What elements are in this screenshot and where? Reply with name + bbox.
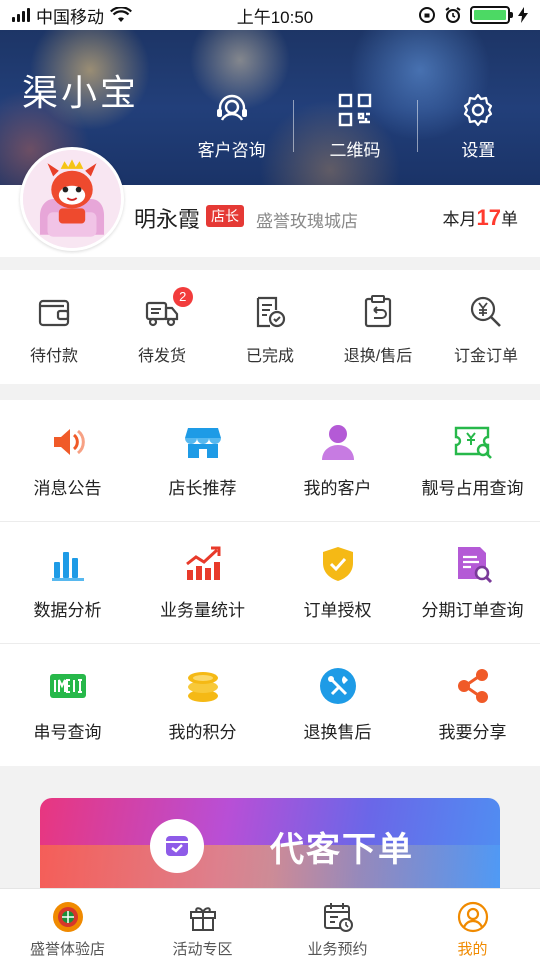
qrcode-icon [338,93,372,127]
feature-grid: 消息公告 店长推荐 我的客户 靓号占用查询 数据分析 业务量统计 订单授权 分期… [0,400,540,766]
order-pending-shipment[interactable]: 2 待发货 [108,270,216,384]
qrcode-label: 二维码 [329,141,381,160]
store-name: 盛誉玫瑰城店 [256,212,358,231]
battery-icon [469,6,513,24]
tab-promotions[interactable]: 活动专区 [135,889,270,960]
grid-item-label: 订单授权 [303,601,372,620]
tab-experience-store[interactable]: 盛誉体验店 [0,889,135,960]
grid-item-number-query[interactable]: 靓号占用查询 [405,400,540,521]
tab-mine[interactable]: 我的 [405,889,540,960]
avatar[interactable] [20,147,124,251]
settings-button[interactable]: 设置 [416,92,540,162]
grid-item-volume-stats[interactable]: 业务量统计 [135,522,270,643]
cartoon-avatar-image [23,150,121,248]
clock: 上午10:50 [236,7,314,27]
order-completed[interactable]: 已完成 [216,270,324,384]
store-logo-icon [52,902,83,932]
rotation-lock-icon [418,7,435,23]
gift-icon [189,907,216,931]
monthly-orders: 本月17单 [443,205,518,231]
share-icon [457,669,488,703]
grid-item-share[interactable]: 我要分享 [405,644,540,766]
tools-icon [319,668,356,704]
settings-label: 设置 [461,141,496,160]
store-icon [184,428,221,458]
bar-chart-icon [51,552,84,581]
qrcode-button[interactable]: 二维码 [293,92,416,162]
signal-icon [12,8,30,22]
grid-item-label: 我的积分 [168,723,237,742]
order-deposit-label: 订金订单 [453,348,518,365]
gear-icon [464,93,493,127]
grid-item-announcements[interactable]: 消息公告 [0,400,135,521]
user-circle-icon [457,901,488,933]
order-deposit[interactable]: 订金订单 [432,270,540,384]
monthly-suffix: 单 [501,210,518,229]
grid-item-imei-query[interactable]: 串号查询 [0,644,135,766]
monthly-prefix: 本月 [442,210,477,229]
grid-item-order-auth[interactable]: 订单授权 [270,522,405,643]
grid-item-returns-service[interactable]: 退换售后 [270,644,405,766]
order-status-row: 待付款 2 待发货 已完成 退换/售后 订金订单 [0,270,540,384]
order-box-icon [150,819,204,873]
grid-item-data-analysis[interactable]: 数据分析 [0,522,135,643]
user-name: 明永霞 [134,207,201,232]
speaker-icon [53,429,85,455]
coins-icon [187,672,218,702]
tab-label: 业务预约 [307,941,368,958]
grid-item-label: 业务量统计 [160,601,245,620]
wifi-icon [110,7,132,22]
deposit-search-icon [470,296,501,327]
bottom-tab-bar: 盛誉体验店 活动专区 业务预约 我的 [0,888,540,960]
status-bar: 中国移动 上午10:50 [0,0,540,30]
calendar-icon [323,903,353,932]
grid-item-store-recommend[interactable]: 店长推荐 [135,400,270,521]
order-returns[interactable]: 退换/售后 [324,270,432,384]
charging-icon [517,7,528,23]
done-doc-icon [256,296,286,328]
customer-consult-label: 客户咨询 [197,141,266,160]
role-badge: 店长 [206,205,244,227]
order-pending-payment[interactable]: 待付款 [0,270,108,384]
headset-icon [216,94,247,121]
order-completed-label: 已完成 [245,348,294,365]
grid-item-label: 退换售后 [303,723,372,742]
order-returns-label: 退换/售后 [343,348,413,365]
grid-item-label: 数据分析 [33,601,102,620]
carrier-label: 中国移动 [36,7,104,27]
grid-item-label: 靓号占用查询 [421,479,524,498]
pending-shipment-badge: 2 [172,287,193,307]
app-title: 渠小宝 [22,73,140,114]
tab-label: 我的 [457,941,488,958]
tab-label: 活动专区 [172,941,233,958]
grid-item-label: 店长推荐 [168,479,237,498]
user-icon [321,425,354,460]
grid-item-my-customers[interactable]: 我的客户 [270,400,405,521]
customer-consult-button[interactable]: 客户咨询 [170,92,293,162]
wallet-icon [38,299,70,327]
grid-item-my-points[interactable]: 我的积分 [135,644,270,766]
grid-item-label: 分期订单查询 [421,601,524,620]
grid-item-label: 消息公告 [33,479,102,498]
order-pending-shipment-label: 待发货 [137,348,186,365]
ticket-search-icon [454,426,492,459]
grid-item-label: 串号查询 [33,723,102,742]
return-icon [364,295,392,328]
trend-chart-icon [185,546,220,580]
tab-label: 盛誉体验店 [29,941,105,958]
grid-item-label: 我的客户 [303,479,372,498]
grid-item-installment-query[interactable]: 分期订单查询 [405,522,540,643]
alarm-icon [445,7,461,23]
doc-search-icon [457,547,492,584]
order-pending-payment-label: 待付款 [29,348,78,365]
banner-label: 代客下单 [270,830,414,870]
place-order-banner[interactable]: 代客下单 [40,798,500,890]
imei-icon [49,674,86,698]
shield-check-icon [322,547,353,581]
monthly-count: 17 [476,205,501,230]
grid-item-label: 我要分享 [438,723,507,742]
tab-appointments[interactable]: 业务预约 [270,889,405,960]
